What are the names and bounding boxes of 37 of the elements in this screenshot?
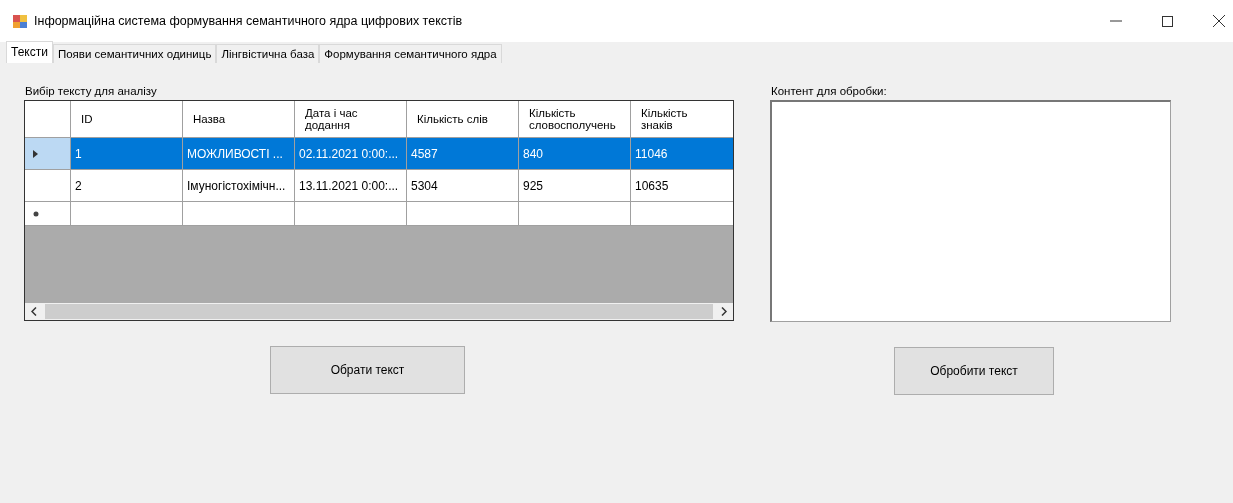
empty-cell[interactable] [407,202,519,226]
table-cell: 4587 [407,138,519,170]
table-cell: 925 [519,170,631,202]
table-cell: 1 [71,138,183,170]
table-cell: 5304 [407,170,519,202]
empty-cell[interactable] [295,202,407,226]
table-cell: Імуногістохімічн... [183,170,295,202]
scroll-left-icon[interactable] [31,307,37,316]
tab[interactable]: Тексти [6,41,53,63]
tab[interactable]: Формування семантичного ядра [319,44,502,63]
current-row-icon [33,149,38,158]
group-label: Вибір тексту для аналізу [24,84,158,99]
maximize-icon[interactable] [1162,15,1173,27]
table-cell: 2 [71,170,183,202]
table-cell: 13.11.2021 0:00:... [295,170,407,202]
close-icon[interactable] [1213,15,1225,27]
table-cell: МОЖЛИВОСТІ ... [183,138,295,170]
table-cell: 840 [519,138,631,170]
row-header[interactable] [25,170,71,202]
scroll-right-icon[interactable] [721,307,727,316]
row-header[interactable] [25,138,71,170]
process-text-button[interactable]: Обробити текст [894,347,1054,395]
empty-cell[interactable] [183,202,295,226]
tab[interactable]: Появи семантичних одиниць [52,44,217,63]
table-cell: 10635 [631,170,733,202]
table-cell: 02.11.2021 0:00:... [295,138,407,170]
tab[interactable]: Лінгвістична база [216,44,320,63]
app-icon [12,13,28,29]
new-row-icon [33,210,39,217]
content-label: Контент для обробки: [770,84,888,99]
horizontal-scrollbar[interactable] [25,303,733,320]
select-text-button[interactable]: Обрати текст [270,346,465,394]
table-cell: 11046 [631,138,733,170]
row-header[interactable] [25,202,71,226]
empty-cell[interactable] [519,202,631,226]
window-title: Інформаційна система формування семантичного ядра цифрових текстів [34,14,463,28]
content-text-area[interactable] [770,100,1171,322]
